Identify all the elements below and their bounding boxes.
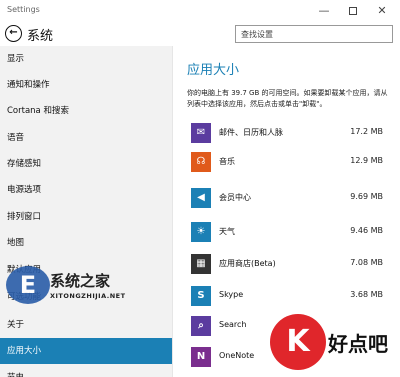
mail-icon: ✉ — [191, 123, 211, 143]
app-row[interactable]: ☊ 音乐 12.9 MB — [191, 152, 383, 174]
page-title: 系统 — [27, 29, 54, 44]
app-name: 应用商店(Beta) — [219, 259, 276, 268]
xitongzhijia-logo-icon: E — [6, 266, 50, 304]
watermark-title: 系统之家 — [50, 272, 111, 290]
store-icon: ▦ — [191, 254, 211, 274]
megaphone-icon: ◀ — [191, 188, 211, 208]
sidebar-item-display[interactable]: 显示 — [0, 46, 172, 72]
app-size: 17.2 MB — [350, 127, 383, 136]
watermark-text: 好点吧 — [328, 332, 388, 356]
sidebar-item-snap[interactable]: 排列窗口 — [0, 204, 172, 230]
sidebar-item-maps[interactable]: 地图 — [0, 230, 172, 256]
close-button[interactable]: ✕ — [368, 0, 396, 22]
watermark-url: XITONGZHIJIA.NET — [50, 292, 126, 300]
search-input[interactable]: 查找设置 — [235, 25, 393, 43]
skype-icon: S — [191, 286, 211, 306]
sidebar-item-notifications[interactable]: 通知和操作 — [0, 72, 172, 98]
app-name: 邮件、日历和人脉 — [219, 128, 283, 137]
app-size: 7.08 MB — [350, 258, 383, 267]
sidebar-item-app-sizes[interactable]: 应用大小 — [0, 338, 172, 364]
minimize-button[interactable]: — — [310, 0, 338, 22]
sidebar: 显示 通知和操作 Cortana 和搜索 语音 存储感知 电源选项 排列窗口 地… — [0, 46, 172, 377]
app-row[interactable]: ✉ 邮件、日历和人脉 17.2 MB — [191, 123, 383, 145]
headphones-icon: ☊ — [191, 152, 211, 172]
app-row[interactable]: ▦ 应用商店(Beta) 7.08 MB — [191, 254, 383, 276]
storage-description: 你的电脑上有 39.7 GB 的可用空间。如果要卸载某个应用，请从列表中选择该应… — [187, 89, 388, 108]
section-title: 应用大小 — [187, 63, 240, 78]
app-size: 12.9 MB — [350, 156, 383, 165]
sidebar-item-power[interactable]: 电源选项 — [0, 177, 172, 203]
sidebar-item-speech[interactable]: 语音 — [0, 125, 172, 151]
haodianba-logo-icon: K — [270, 314, 326, 370]
app-row[interactable]: ◀ 会员中心 9.69 MB — [191, 188, 383, 210]
back-button[interactable]: ← — [5, 25, 22, 42]
app-size: 9.69 MB — [350, 192, 383, 201]
sun-icon: ☀ — [191, 222, 211, 242]
sidebar-item-battery-saver[interactable]: 节电 — [0, 365, 172, 377]
maximize-button[interactable] — [339, 0, 367, 22]
watermark-haodianba: K 好点吧 — [270, 314, 400, 374]
app-row[interactable]: ☀ 天气 9.46 MB — [191, 222, 383, 244]
sidebar-item-cortana[interactable]: Cortana 和搜索 — [0, 98, 172, 124]
watermark-xitongzhijia: E 系统之家 XITONGZHIJIA.NET — [6, 262, 171, 308]
app-name: 音乐 — [219, 157, 235, 166]
app-name: Search — [219, 320, 247, 329]
app-name: Skype — [219, 290, 244, 299]
maximize-icon — [349, 7, 357, 15]
app-name: 会员中心 — [219, 193, 251, 202]
app-name: OneNote — [219, 351, 255, 360]
app-name: 天气 — [219, 227, 235, 236]
search-icon: ⌕ — [191, 316, 211, 336]
app-size: 3.68 MB — [350, 290, 383, 299]
title-bar: Settings — ✕ — [0, 0, 400, 22]
app-size: 9.46 MB — [350, 226, 383, 235]
onenote-icon: N — [191, 347, 211, 367]
window-title: Settings — [7, 5, 40, 14]
app-row[interactable]: S Skype 3.68 MB — [191, 286, 383, 308]
sidebar-item-about[interactable]: 关于 — [0, 312, 172, 338]
sidebar-item-storage[interactable]: 存储感知 — [0, 151, 172, 177]
